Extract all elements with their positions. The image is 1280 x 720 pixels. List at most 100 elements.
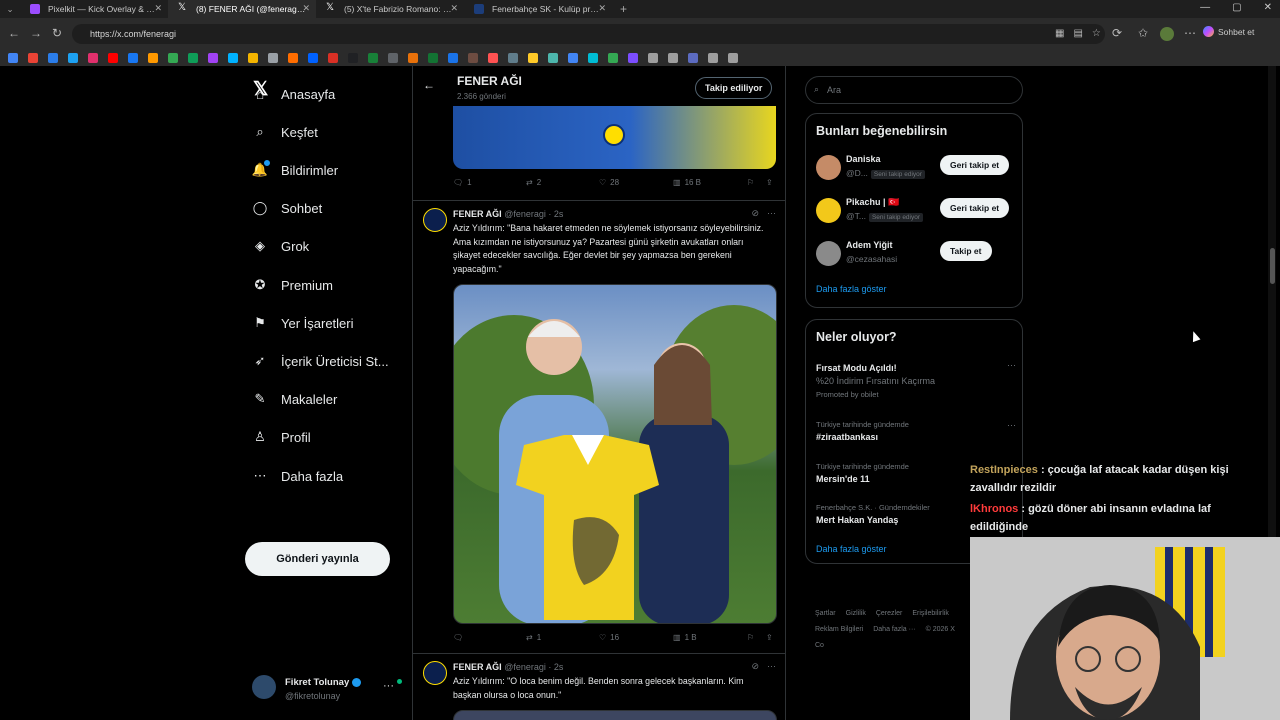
bookmark-favicon-icon[interactable] (8, 53, 18, 63)
reply-button[interactable]: 🗨 (453, 633, 467, 642)
minimize-icon[interactable]: — (1200, 2, 1210, 13)
close-tab-icon[interactable]: ✕ (302, 3, 310, 14)
suggested-user[interactable]: Adem Yiğit @cezasahasi Takip et (816, 238, 1016, 272)
avatar[interactable] (816, 155, 841, 180)
nav-item-creator-studio[interactable]: ➶ İçerik Üreticisi St... (252, 353, 389, 369)
apps-icon[interactable]: ▦ (1055, 28, 1064, 39)
favorites-icon[interactable]: ✩ (1138, 26, 1148, 40)
more-dots-icon[interactable]: ··· (383, 680, 394, 692)
grok-icon[interactable]: ⊘ (751, 661, 759, 672)
tweet-media[interactable] (453, 106, 776, 169)
tweet-handle[interactable]: @feneragi (504, 662, 546, 672)
bookmark-favicon-icon[interactable] (308, 53, 318, 63)
browser-tab-fabrizio[interactable]: 𝕏 (5) X'te Fabrizio Romano: "🚨 Re ✕ (316, 0, 464, 18)
bookmark-favicon-icon[interactable] (448, 53, 458, 63)
nav-item-explore[interactable]: ⌕ Keşfet (252, 124, 318, 140)
bookmark-icon[interactable]: ⚐ (747, 178, 754, 187)
bookmark-favicon-icon[interactable] (388, 53, 398, 63)
bookmark-favicon-icon[interactable] (88, 53, 98, 63)
bookmark-favicon-icon[interactable] (268, 53, 278, 63)
menu-dots-icon[interactable]: ⋯ (1184, 26, 1196, 40)
user-avatar[interactable] (1160, 27, 1174, 41)
show-more-link[interactable]: Daha fazla göster (816, 544, 887, 554)
url-input[interactable]: https://x.com/feneragi (72, 24, 1105, 44)
search-input[interactable]: ⌕ Ara (805, 76, 1023, 104)
avatar[interactable] (816, 241, 841, 266)
bookmark-favicon-icon[interactable] (288, 53, 298, 63)
bookmark-favicon-icon[interactable] (148, 53, 158, 63)
tweet[interactable]: FENER AĞI @feneragi · 2s ⊘ ··· Aziz Yıld… (413, 200, 785, 650)
footer-link[interactable]: Daha fazla ··· (873, 626, 915, 633)
bookmark-favicon-icon[interactable] (128, 53, 138, 63)
bookmark-favicon-icon[interactable] (228, 53, 238, 63)
bookmark-favicon-icon[interactable] (608, 53, 618, 63)
close-tab-icon[interactable]: ✕ (450, 3, 458, 14)
bookmark-favicon-icon[interactable] (48, 53, 58, 63)
sync-icon[interactable]: ⟳ (1112, 26, 1122, 40)
footer-link[interactable]: Gizlilik (846, 610, 866, 617)
nav-item-more[interactable]: ⋯ Daha fazla (252, 468, 344, 484)
nav-item-chat[interactable]: ◯ Sohbet (252, 200, 322, 216)
reader-icon[interactable]: ▤ (1073, 28, 1082, 39)
bookmark-favicon-icon[interactable] (208, 53, 218, 63)
avatar[interactable] (423, 208, 447, 232)
scrollbar-thumb[interactable] (1270, 248, 1275, 284)
nav-item-articles[interactable]: ✎ Makaleler (252, 391, 338, 407)
show-more-link[interactable]: Daha fazla göster (816, 284, 887, 294)
close-window-icon[interactable]: ✕ (1264, 2, 1272, 13)
bookmark-favicon-icon[interactable] (548, 53, 558, 63)
bookmark-favicon-icon[interactable] (28, 53, 38, 63)
following-button[interactable]: Takip ediliyor (695, 77, 773, 99)
bookmark-favicon-icon[interactable] (668, 53, 678, 63)
tweet-handle[interactable]: @feneragi (504, 209, 546, 219)
back-arrow-icon[interactable]: ← (423, 78, 435, 92)
views-button[interactable]: ▥ 1 B (673, 633, 697, 642)
bookmark-favicon-icon[interactable] (188, 53, 198, 63)
bookmark-favicon-icon[interactable] (688, 53, 698, 63)
avatar[interactable] (816, 198, 841, 223)
bookmark-favicon-icon[interactable] (108, 53, 118, 63)
trend-item[interactable]: Türkiye tarihinde gündemde #ziraatbankası… (816, 420, 1016, 442)
tab-menu-icon[interactable]: ⌄ (0, 4, 20, 15)
share-icon[interactable]: ⇪ (766, 633, 773, 642)
tweet-author[interactable]: FENER AĞI (453, 209, 502, 219)
more-dots-icon[interactable]: ··· (1007, 360, 1016, 370)
bookmark-favicon-icon[interactable] (588, 53, 598, 63)
bookmark-favicon-icon[interactable] (348, 53, 358, 63)
suggested-user[interactable]: Daniska @D... Seni takip ediyor Geri takip … (816, 152, 1016, 186)
repost-button[interactable]: ⇄ 2 (526, 178, 541, 187)
more-dots-icon[interactable]: ··· (1007, 420, 1016, 430)
tweet-author[interactable]: FENER AĞI (453, 662, 502, 672)
bookmark-favicon-icon[interactable] (328, 53, 338, 63)
browser-tab-transfermarkt[interactable]: Fenerbahçe SK - Kulüp profili | Tra ✕ (464, 0, 612, 18)
new-tab-icon[interactable]: + (620, 2, 627, 16)
bookmark-favicon-icon[interactable] (428, 53, 438, 63)
nav-item-bookmarks[interactable]: ⚑ Yer İşaretleri (252, 315, 353, 331)
footer-link[interactable]: Şartlar (815, 610, 836, 617)
bookmark-favicon-icon[interactable] (648, 53, 658, 63)
back-arrow-icon[interactable]: ← (8, 26, 20, 40)
repost-button[interactable]: ⇄ 1 (526, 633, 541, 642)
like-button[interactable]: ♡ 16 (599, 633, 619, 642)
bookmark-favicon-icon[interactable] (168, 53, 178, 63)
more-dots-icon[interactable]: ··· (767, 661, 776, 672)
avatar[interactable] (423, 661, 447, 685)
close-tab-icon[interactable]: ✕ (598, 3, 606, 14)
suggested-user[interactable]: Pikachu | 🇹🇷 @T... Seni takip ediyor Geri t… (816, 195, 1016, 229)
tweet-time[interactable]: 2s (554, 662, 564, 672)
post-button[interactable]: Gönderi yayınla (245, 542, 390, 576)
bookmark-favicon-icon[interactable] (468, 53, 478, 63)
star-icon[interactable]: ☆ (1092, 28, 1101, 39)
nav-item-notifications[interactable]: 🔔 Bildirimler (252, 159, 338, 178)
maximize-icon[interactable]: ▢ (1232, 2, 1241, 13)
follow-button[interactable]: Geri takip et (940, 155, 1010, 175)
footer-link[interactable]: Çerezler (876, 610, 902, 617)
views-button[interactable]: ▥ 16 B (673, 178, 701, 187)
bookmark-favicon-icon[interactable] (488, 53, 498, 63)
bookmark-icon[interactable]: ⚐ (747, 633, 754, 642)
reply-button[interactable]: 🗨 1 (453, 178, 472, 187)
bookmark-favicon-icon[interactable] (408, 53, 418, 63)
follow-button[interactable]: Takip et (940, 241, 992, 261)
tweet-photo[interactable] (453, 284, 777, 624)
more-dots-icon[interactable]: ··· (767, 208, 776, 219)
